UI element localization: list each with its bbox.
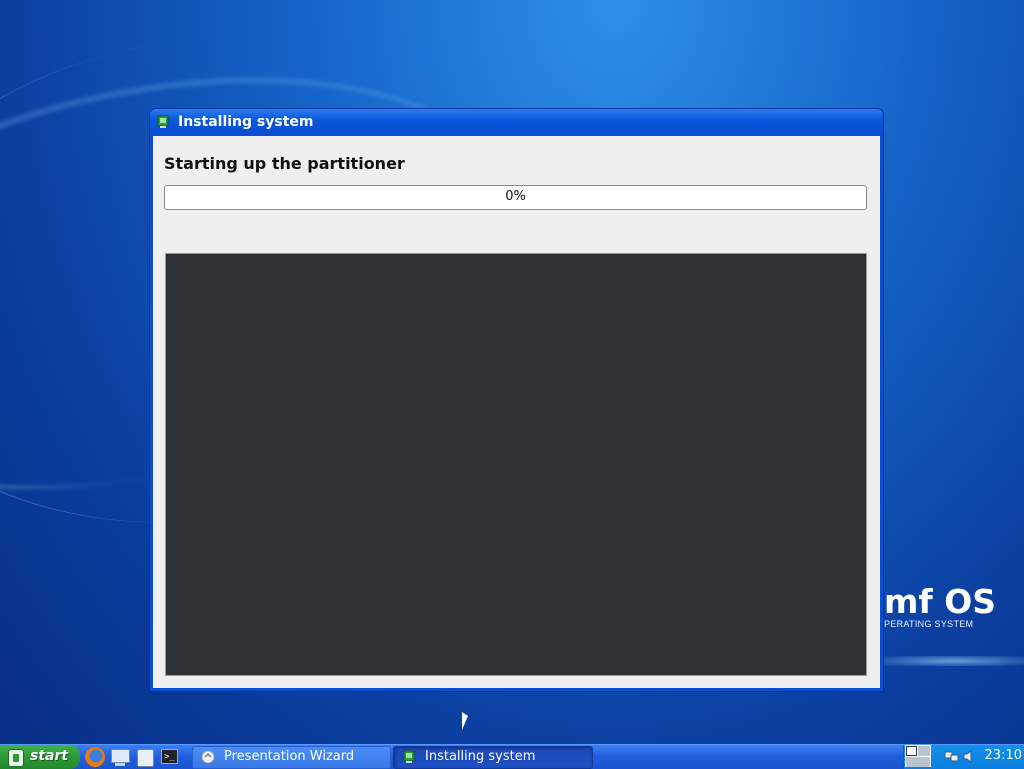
start-icon xyxy=(8,749,24,767)
task-label: Installing system xyxy=(425,749,536,764)
terminal-icon[interactable]: >_ xyxy=(160,747,180,767)
progress-label: 0% xyxy=(505,189,526,204)
window-content: Starting up the partitioner 0% xyxy=(153,136,880,688)
window-title: Installing system xyxy=(178,114,314,130)
workspace-switcher[interactable] xyxy=(905,745,931,767)
install-log-terminal[interactable] xyxy=(165,253,867,676)
volume-icon[interactable] xyxy=(962,749,977,764)
presentation-wizard-icon xyxy=(201,750,215,764)
task-label: Presentation Wizard xyxy=(224,749,355,764)
taskbar: start >_ Presentation Wizard Installing … xyxy=(0,744,1024,769)
status-heading: Starting up the partitioner xyxy=(164,154,405,173)
file-manager-icon[interactable] xyxy=(135,747,155,767)
desktop-glow xyxy=(884,656,1024,666)
taskbar-item-presentation-wizard[interactable]: Presentation Wizard xyxy=(192,746,391,769)
installer-window: Installing system Starting up the partit… xyxy=(150,109,883,691)
network-icon[interactable] xyxy=(944,749,959,764)
computer-icon[interactable] xyxy=(110,747,130,767)
taskbar-item-installing-system[interactable]: Installing system xyxy=(393,746,593,769)
firefox-icon[interactable] xyxy=(85,747,105,767)
installer-icon xyxy=(403,750,415,763)
desktop-brand: mf OS PERATING SYSTEM xyxy=(884,582,997,630)
start-label: start xyxy=(30,748,69,764)
start-button[interactable]: start xyxy=(0,745,80,769)
installer-icon xyxy=(157,115,169,128)
progress-bar: 0% xyxy=(164,185,867,210)
window-titlebar[interactable]: Installing system xyxy=(150,109,883,136)
brand-logo: mf OS xyxy=(884,582,997,621)
clock[interactable]: 23:10 xyxy=(985,748,1022,763)
mouse-pointer-icon xyxy=(462,712,468,730)
